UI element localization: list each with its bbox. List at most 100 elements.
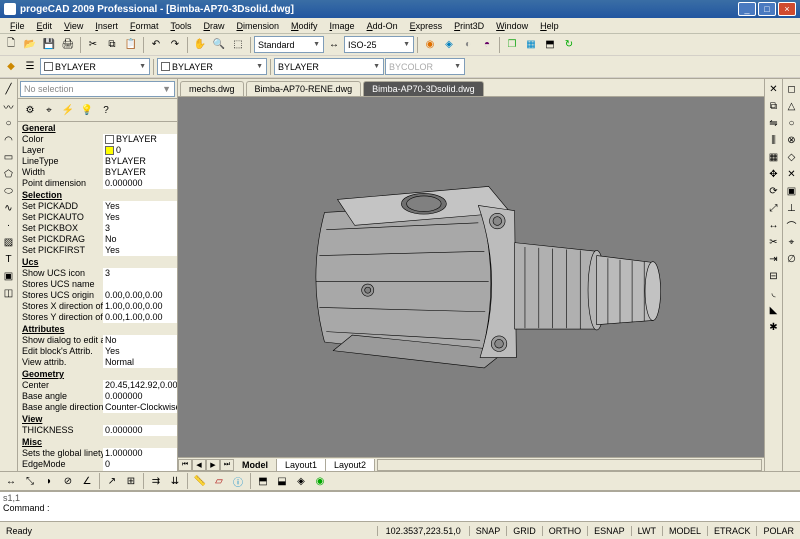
view-iso-icon[interactable]: ◈ bbox=[292, 472, 310, 490]
menu-file[interactable]: File bbox=[4, 21, 31, 31]
snap-cen-icon[interactable]: ○ bbox=[784, 115, 800, 131]
dimstyle-combo[interactable]: ISO-25▼ bbox=[344, 36, 414, 53]
render-icon[interactable]: ◉ bbox=[421, 36, 439, 54]
menu-dimension[interactable]: Dimension bbox=[230, 21, 285, 31]
close-button[interactable]: × bbox=[778, 2, 796, 16]
dim-diameter-icon[interactable]: ⊘ bbox=[59, 472, 77, 490]
undo-icon[interactable]: ↶ bbox=[147, 36, 165, 54]
maximize-button[interactable]: □ bbox=[758, 2, 776, 16]
dim-aligned-icon[interactable]: ⤡ bbox=[21, 472, 39, 490]
menu-format[interactable]: Format bbox=[124, 21, 165, 31]
property-row[interactable]: ColorBYLAYER bbox=[18, 134, 177, 145]
selection-combo[interactable]: No selection▼ bbox=[20, 81, 175, 97]
property-row[interactable]: Show dialog to edit attrib.No bbox=[18, 335, 177, 346]
status-toggle-lwt[interactable]: LWT bbox=[631, 526, 662, 536]
wireframe-icon[interactable]: ◈ bbox=[440, 36, 458, 54]
property-row[interactable]: LineTypeBYLAYER bbox=[18, 156, 177, 167]
menu-modify[interactable]: Modify bbox=[285, 21, 324, 31]
lineweight-combo[interactable]: BYCOLOR▼ bbox=[385, 58, 465, 75]
model-tab[interactable]: Layout1 bbox=[277, 459, 326, 471]
layer-state-icon[interactable]: ◆ bbox=[2, 58, 20, 76]
snap-near-icon[interactable]: ⌖ bbox=[784, 234, 800, 250]
print-icon[interactable]: 🖨 bbox=[59, 36, 77, 54]
extend-icon[interactable]: ⇥ bbox=[766, 251, 782, 267]
copy2-icon[interactable]: ⧉ bbox=[766, 98, 782, 114]
prop-filter-icon[interactable]: ⚙ bbox=[21, 101, 39, 119]
menu-window[interactable]: Window bbox=[490, 21, 534, 31]
property-row[interactable]: Sets the global linetype scale1.000000 bbox=[18, 448, 177, 459]
textstyle-combo[interactable]: Standard▼ bbox=[254, 36, 324, 53]
menu-print3d[interactable]: Print3D bbox=[448, 21, 490, 31]
property-row[interactable]: Base angle directionCounter-Clockwise bbox=[18, 402, 177, 413]
property-row[interactable]: Stores UCS name bbox=[18, 279, 177, 290]
view-orbit-icon[interactable]: ◉ bbox=[311, 472, 329, 490]
property-value[interactable]: BYLAYER bbox=[103, 167, 177, 178]
status-toggle-esnap[interactable]: ESNAP bbox=[587, 526, 631, 536]
break-icon[interactable]: ⊟ bbox=[766, 268, 782, 284]
property-value[interactable]: 0.00,1.00,0.00 bbox=[103, 312, 177, 323]
property-value[interactable]: Yes bbox=[103, 201, 177, 212]
property-row[interactable]: THICKNESS0.000000 bbox=[18, 425, 177, 436]
menu-insert[interactable]: Insert bbox=[89, 21, 124, 31]
fillet-icon[interactable]: ◟ bbox=[766, 285, 782, 301]
property-value[interactable]: BYLAYER bbox=[103, 156, 177, 167]
menu-image[interactable]: Image bbox=[324, 21, 361, 31]
minimize-button[interactable]: _ bbox=[738, 2, 756, 16]
property-value[interactable]: No bbox=[103, 335, 177, 346]
model-tab[interactable]: Model bbox=[234, 459, 277, 471]
pan-icon[interactable]: ✋ bbox=[191, 36, 209, 54]
property-value[interactable] bbox=[103, 279, 177, 290]
line-icon[interactable]: ╱ bbox=[1, 81, 17, 97]
properties-list[interactable]: GeneralColorBYLAYERLayer0LineTypeBYLAYER… bbox=[18, 122, 177, 471]
drawing-canvas[interactable] bbox=[178, 97, 764, 457]
scroll-last-icon[interactable]: ⏭ bbox=[220, 459, 234, 471]
property-row[interactable]: Edit block's Attrib.Yes bbox=[18, 346, 177, 357]
prop-light-icon[interactable]: 💡 bbox=[78, 101, 96, 119]
property-value[interactable]: 0.000000 bbox=[103, 178, 177, 189]
property-value[interactable]: BYLAYER bbox=[103, 134, 177, 145]
snap-node-icon[interactable]: ⊗ bbox=[784, 132, 800, 148]
rectangle-icon[interactable]: ▭ bbox=[1, 149, 17, 165]
snap-quad-icon[interactable]: ◇ bbox=[784, 149, 800, 165]
move-icon[interactable]: ✥ bbox=[766, 166, 782, 182]
status-toggle-polar[interactable]: POLAR bbox=[756, 526, 800, 536]
property-value[interactable]: 0.00,0.00,0.00 bbox=[103, 290, 177, 301]
view-front-icon[interactable]: ⬓ bbox=[273, 472, 291, 490]
inquiry-id-icon[interactable]: ⓘ bbox=[229, 472, 247, 490]
menu-add-on[interactable]: Add-On bbox=[361, 21, 404, 31]
dim-icon[interactable]: ↔ bbox=[325, 36, 343, 54]
copy-icon[interactable]: ⧉ bbox=[103, 36, 121, 54]
layer-mgr-icon[interactable]: ☰ bbox=[21, 58, 39, 76]
inquiry-area-icon[interactable]: ▱ bbox=[210, 472, 228, 490]
property-row[interactable]: Set PICKADDYes bbox=[18, 201, 177, 212]
document-tab[interactable]: mechs.dwg bbox=[180, 81, 244, 96]
property-value[interactable]: No bbox=[103, 234, 177, 245]
command-input[interactable] bbox=[54, 503, 797, 513]
spline-icon[interactable]: ∿ bbox=[1, 200, 17, 216]
canvas-scroll-h[interactable]: ⏮ ◀ ▶ ⏭ ModelLayout1Layout2 bbox=[178, 457, 764, 471]
menu-express[interactable]: Express bbox=[404, 21, 449, 31]
property-row[interactable]: WidthBYLAYER bbox=[18, 167, 177, 178]
property-row[interactable]: Stores UCS origin0.00,0.00,0.00 bbox=[18, 290, 177, 301]
status-toggle-ortho[interactable]: ORTHO bbox=[542, 526, 587, 536]
menu-edit[interactable]: Edit bbox=[31, 21, 59, 31]
scroll-prev-icon[interactable]: ◀ bbox=[192, 459, 206, 471]
property-value[interactable]: 0 bbox=[103, 145, 177, 156]
menu-help[interactable]: Help bbox=[534, 21, 565, 31]
property-value[interactable]: Yes bbox=[103, 346, 177, 357]
region-icon[interactable]: ◫ bbox=[1, 285, 17, 301]
property-value[interactable]: Counter-Clockwise bbox=[103, 402, 177, 413]
scrollbar-h[interactable] bbox=[377, 459, 762, 471]
polygon-icon[interactable]: ⬠ bbox=[1, 166, 17, 182]
scroll-first-icon[interactable]: ⏮ bbox=[178, 459, 192, 471]
offset-icon[interactable]: ⫼ bbox=[766, 132, 782, 148]
linetype-combo[interactable]: BYLAYER▼ bbox=[274, 58, 384, 75]
hatch-icon[interactable]: ▨ bbox=[1, 234, 17, 250]
status-toggle-etrack[interactable]: ETRACK bbox=[707, 526, 757, 536]
snap-none-icon[interactable]: ∅ bbox=[784, 251, 800, 267]
prop-help-icon[interactable]: ? bbox=[97, 101, 115, 119]
arc-icon[interactable]: ◠ bbox=[1, 132, 17, 148]
mirror-icon[interactable]: ⇋ bbox=[766, 115, 782, 131]
blocks-icon[interactable]: ▦ bbox=[522, 36, 540, 54]
property-row[interactable]: Layer0 bbox=[18, 145, 177, 156]
